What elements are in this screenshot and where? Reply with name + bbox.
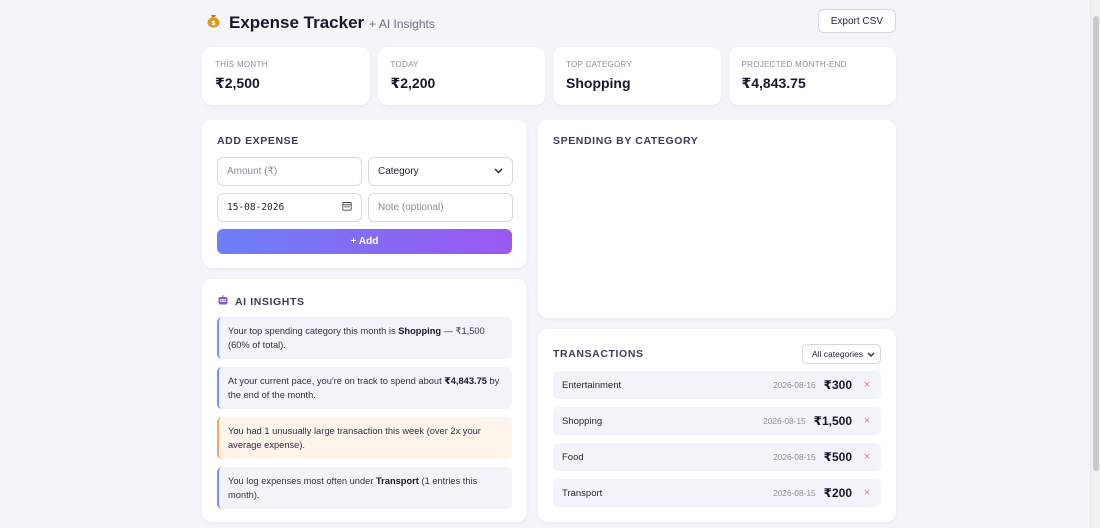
app-container: $ Expense Tracker + AI Insights Export C… [202, 0, 896, 522]
add-expense-title: ADD EXPENSE [217, 135, 299, 147]
stat-card-projected: PROJECTED MONTH-END ₹4,843.75 [728, 47, 896, 105]
category-select[interactable]: Category [368, 157, 513, 186]
money-bag-icon: $ [206, 12, 221, 32]
delete-icon[interactable]: × [862, 451, 872, 463]
add-expense-card: ADD EXPENSE Amount (₹) Category 15-08-20… [202, 120, 527, 268]
insight-item: Your top spending category this month is… [217, 317, 512, 359]
stat-card-top-category: TOP CATEGORY Shopping [553, 47, 721, 105]
delete-icon[interactable]: × [862, 487, 872, 499]
svg-text:$: $ [211, 19, 216, 27]
add-expense-button[interactable]: + Add [217, 229, 512, 254]
robot-icon [217, 294, 229, 309]
stat-label: TOP CATEGORY [566, 60, 633, 69]
spending-by-category-card: SPENDING BY CATEGORY [538, 120, 896, 318]
delete-icon[interactable]: × [862, 415, 872, 427]
chart-title: SPENDING BY CATEGORY [553, 135, 699, 147]
stat-value: ₹2,500 [215, 75, 260, 91]
chevron-down-icon [494, 166, 503, 177]
scrollbar-thumb[interactable] [1093, 16, 1099, 471]
stat-card-today: TODAY ₹2,200 [377, 47, 545, 105]
date-input[interactable]: 15-08-2026 [217, 193, 362, 222]
stat-value: Shopping [566, 75, 631, 91]
transaction-date: 2026-08-16 [773, 380, 816, 390]
transaction-category: Entertainment [562, 379, 622, 391]
transaction-row: Food 2026-08-15 ₹500 × [553, 443, 881, 471]
transaction-amount: ₹200 [823, 486, 852, 500]
stat-value: ₹2,200 [390, 75, 436, 91]
insight-item-warning: You had 1 unusually large transaction th… [217, 417, 512, 459]
transactions-header: TRANSACTIONS All categories [553, 344, 881, 364]
transaction-amount: ₹1,500 [813, 414, 852, 428]
stat-label: TODAY [390, 60, 419, 69]
export-csv-button[interactable]: Export CSV [817, 9, 896, 33]
ai-insights-card: AI INSIGHTS Your top spending category t… [202, 279, 527, 522]
app-subtitle: + AI Insights [369, 17, 435, 31]
ai-insights-header: AI INSIGHTS [217, 294, 512, 309]
category-filter-value: All categories [811, 349, 863, 359]
category-select-value: Category [378, 166, 419, 177]
category-filter-select[interactable]: All categories [801, 344, 881, 364]
delete-icon[interactable]: × [862, 379, 872, 391]
transaction-row: Entertainment 2026-08-16 ₹300 × [553, 371, 881, 399]
chevron-down-icon [867, 349, 875, 359]
transaction-date: 2026-08-15 [763, 416, 806, 426]
calendar-icon[interactable] [342, 201, 352, 214]
date-input-value: 15-08-2026 [227, 202, 285, 213]
note-input[interactable]: Note (optional) [368, 193, 513, 222]
transaction-date: 2026-08-15 [773, 452, 816, 462]
transaction-row: Shopping 2026-08-15 ₹1,500 × [553, 407, 881, 435]
page-header: $ Expense Tracker + AI Insights Export C… [202, 0, 896, 44]
transaction-category: Transport [562, 487, 603, 499]
transaction-amount: ₹500 [823, 450, 852, 464]
transaction-category: Shopping [562, 415, 603, 427]
transaction-amount: ₹300 [823, 378, 852, 392]
stat-card-this-month: THIS MONTH ₹2,500 [202, 47, 370, 105]
app-title: Expense Tracker [229, 13, 365, 32]
transaction-row: Transport 2026-08-15 ₹200 × [553, 479, 881, 507]
ai-insights-title: AI INSIGHTS [235, 295, 305, 308]
stat-label: THIS MONTH [215, 60, 268, 69]
transaction-category: Food [562, 451, 584, 463]
stat-value: ₹4,843.75 [741, 75, 806, 91]
insight-item: At your current pace, you're on track to… [217, 367, 512, 409]
stats-row: THIS MONTH ₹2,500 TODAY ₹2,200 TOP CATEG… [202, 47, 896, 105]
insight-item: You log expenses most often under Transp… [217, 467, 512, 509]
stat-label: PROJECTED MONTH-END [741, 60, 847, 69]
transaction-date: 2026-08-15 [773, 488, 816, 498]
page-scrollbar[interactable] [1090, 0, 1100, 528]
amount-input[interactable]: Amount (₹) [217, 157, 362, 186]
transactions-card: TRANSACTIONS All categories Entertainmen… [538, 329, 896, 522]
chart-area [553, 158, 881, 303]
title-row: $ Expense Tracker + AI Insights [206, 12, 435, 33]
transactions-title: TRANSACTIONS [553, 348, 644, 360]
